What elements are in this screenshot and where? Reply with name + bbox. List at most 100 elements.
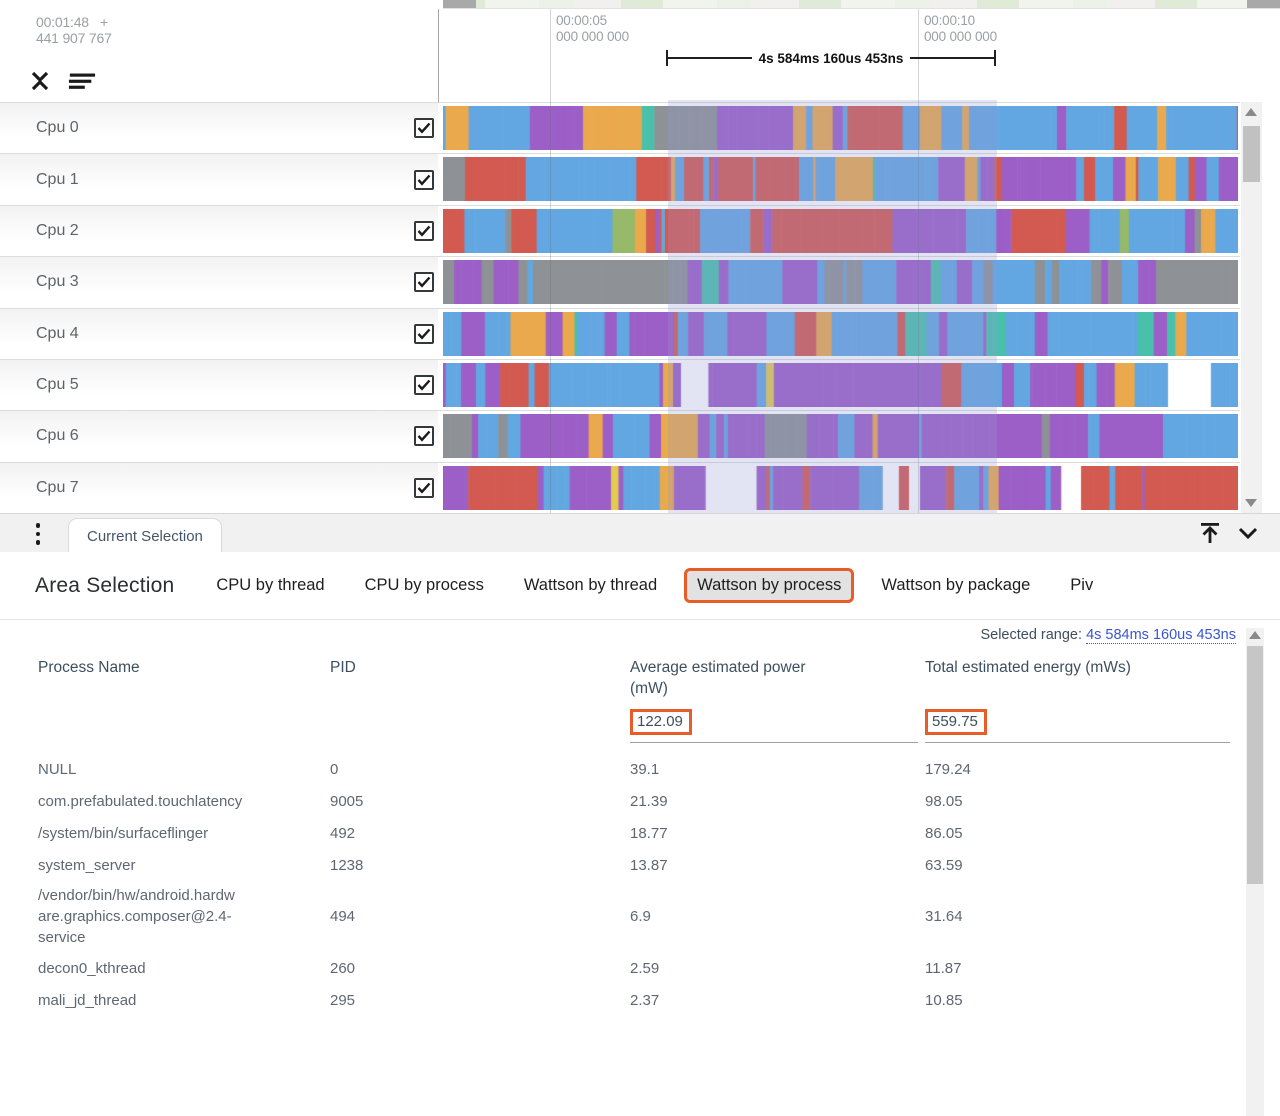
track-row: Cpu 5 bbox=[0, 359, 1240, 410]
details-scrollbar-thumb[interactable] bbox=[1247, 646, 1263, 884]
perfetto-trace-viewer: 00:01:48 + 441 907 767 00:00:05 000 000 … bbox=[0, 0, 1280, 1116]
cell-process-name: system_server bbox=[38, 851, 330, 880]
selected-range-line: Selected range: 4s 584ms 160us 453ns bbox=[0, 620, 1280, 643]
track-slices-canvas[interactable] bbox=[443, 312, 1238, 356]
checkmark-icon bbox=[417, 328, 431, 340]
track-shell[interactable]: Cpu 5 bbox=[0, 360, 438, 410]
cell-pid: 494 bbox=[330, 908, 630, 925]
area-tab[interactable]: Wattson by process bbox=[684, 568, 854, 603]
area-tab[interactable]: Piv bbox=[1070, 576, 1093, 595]
cell-pid: 492 bbox=[330, 825, 630, 842]
table-row: com.prefabulated.touchlatency 9005 21.39… bbox=[38, 785, 1237, 817]
track-slices-canvas[interactable] bbox=[443, 209, 1238, 253]
cell-power: 13.87 bbox=[630, 857, 925, 874]
timeline-minimap[interactable] bbox=[443, 0, 1280, 9]
selection-duration-bracket: 4s 584ms 160us 453ns bbox=[666, 50, 996, 66]
track-checkbox[interactable] bbox=[414, 478, 434, 498]
checkmark-icon bbox=[417, 122, 431, 134]
cell-process-name: decon0_kthread bbox=[38, 954, 330, 983]
col-pid: PID bbox=[330, 657, 630, 678]
cell-process-name: /vendor/bin/hw/android.hardw are.graphic… bbox=[38, 881, 330, 952]
cell-energy: 10.85 bbox=[925, 992, 1237, 1009]
track-row: Cpu 0 bbox=[0, 102, 1240, 153]
track-label: Cpu 6 bbox=[36, 427, 79, 445]
col-total-energy: Total estimated energy (mWs) bbox=[925, 657, 1237, 678]
tracks-scrollbar[interactable] bbox=[1241, 102, 1262, 513]
cell-process-name: NULL bbox=[38, 755, 330, 784]
cell-energy: 31.64 bbox=[925, 908, 1237, 925]
cell-power: 6.9 bbox=[630, 908, 925, 925]
track-slices-canvas[interactable] bbox=[443, 157, 1238, 201]
track-checkbox[interactable] bbox=[414, 426, 434, 446]
table-row: /system/bin/surfaceflinger 492 18.77 86.… bbox=[38, 817, 1237, 849]
track-label: Cpu 0 bbox=[36, 119, 79, 137]
tick-label-5s: 00:00:05 000 000 000 bbox=[556, 13, 629, 45]
scroll-up-arrow-icon[interactable] bbox=[1245, 108, 1257, 116]
details-scroll-up-arrow-icon[interactable] bbox=[1249, 631, 1261, 639]
table-body: NULL 0 39.1 179.24 com.prefabulated.touc… bbox=[38, 753, 1237, 1016]
cell-energy: 11.87 bbox=[925, 960, 1237, 977]
total-power-cell: 122.09 bbox=[630, 709, 918, 743]
track-row: Cpu 1 bbox=[0, 153, 1240, 204]
cell-energy: 63.59 bbox=[925, 857, 1237, 874]
cell-energy: 98.05 bbox=[925, 793, 1237, 810]
track-checkbox[interactable] bbox=[414, 118, 434, 138]
track-shell[interactable]: Cpu 7 bbox=[0, 463, 438, 513]
checkmark-icon bbox=[417, 276, 431, 288]
area-selection-title: Area Selection bbox=[35, 574, 174, 598]
tracks-scrollbar-thumb[interactable] bbox=[1243, 126, 1260, 182]
track-slices-canvas[interactable] bbox=[443, 363, 1238, 407]
track-shell[interactable]: Cpu 1 bbox=[0, 154, 438, 204]
origin-timestamp-plus: + bbox=[100, 14, 108, 30]
area-selection-header: Area Selection CPU by thread CPU by proc… bbox=[0, 552, 1280, 620]
track-slices-canvas[interactable] bbox=[443, 414, 1238, 458]
checkmark-icon bbox=[417, 430, 431, 442]
tab-current-selection[interactable]: Current Selection bbox=[68, 518, 222, 553]
track-shell[interactable]: Cpu 6 bbox=[0, 411, 438, 461]
total-power-value: 122.09 bbox=[630, 709, 692, 735]
track-checkbox[interactable] bbox=[414, 375, 434, 395]
track-checkbox[interactable] bbox=[414, 324, 434, 344]
table-row: mali_jd_thread 295 2.37 10.85 bbox=[38, 984, 1237, 1016]
area-tab[interactable]: CPU by process bbox=[365, 576, 484, 595]
track-checkbox[interactable] bbox=[414, 272, 434, 292]
track-row: Cpu 3 bbox=[0, 256, 1240, 307]
gridline-5s bbox=[550, 9, 551, 513]
track-slices-canvas[interactable] bbox=[443, 106, 1238, 150]
area-tab[interactable]: Wattson by package bbox=[881, 576, 1030, 595]
area-tab[interactable]: Wattson by thread bbox=[524, 576, 657, 595]
timeline-header-left: 00:01:48 + 441 907 767 bbox=[0, 9, 438, 102]
track-checkbox[interactable] bbox=[414, 221, 434, 241]
cell-pid: 9005 bbox=[330, 793, 630, 810]
details-menu-kebab-icon[interactable] bbox=[30, 520, 46, 548]
cell-power: 39.1 bbox=[630, 761, 925, 778]
track-label: Cpu 7 bbox=[36, 479, 79, 497]
checkmark-icon bbox=[417, 482, 431, 494]
checkmark-icon bbox=[417, 379, 431, 391]
track-slices-canvas[interactable] bbox=[443, 260, 1238, 304]
cell-process-name: /system/bin/surfaceflinger bbox=[38, 819, 330, 848]
track-row: Cpu 2 bbox=[0, 205, 1240, 256]
selected-range-link[interactable]: 4s 584ms 160us 453ns bbox=[1086, 627, 1236, 644]
table-totals-row: 122.09 559.75 bbox=[38, 709, 1237, 743]
wattson-process-table: Process Name PID Average estimated power… bbox=[38, 653, 1237, 1016]
collapse-tracks-icon[interactable] bbox=[26, 67, 54, 95]
track-shell[interactable]: Cpu 3 bbox=[0, 257, 438, 307]
sort-tracks-icon[interactable] bbox=[68, 67, 96, 95]
table-row: decon0_kthread 260 2.59 11.87 bbox=[38, 952, 1237, 984]
scroll-down-arrow-icon[interactable] bbox=[1245, 499, 1257, 507]
track-checkbox[interactable] bbox=[414, 170, 434, 190]
table-row: NULL 0 39.1 179.24 bbox=[38, 753, 1237, 785]
track-list: Cpu 0 Cpu 1 Cpu 2 bbox=[0, 102, 1240, 513]
collapse-panel-chevron-down-icon[interactable] bbox=[1234, 519, 1262, 547]
track-slices-canvas[interactable] bbox=[443, 466, 1238, 510]
cell-process-name: mali_jd_thread bbox=[38, 986, 330, 1015]
col-process-name: Process Name bbox=[38, 657, 330, 678]
track-shell[interactable]: Cpu 2 bbox=[0, 206, 438, 256]
track-shell[interactable]: Cpu 4 bbox=[0, 309, 438, 359]
track-shell[interactable]: Cpu 0 bbox=[0, 103, 438, 153]
cell-pid: 260 bbox=[330, 960, 630, 977]
area-tab[interactable]: CPU by thread bbox=[216, 576, 324, 595]
details-scrollbar[interactable] bbox=[1246, 628, 1264, 1116]
expand-panel-to-top-icon[interactable] bbox=[1196, 519, 1224, 547]
